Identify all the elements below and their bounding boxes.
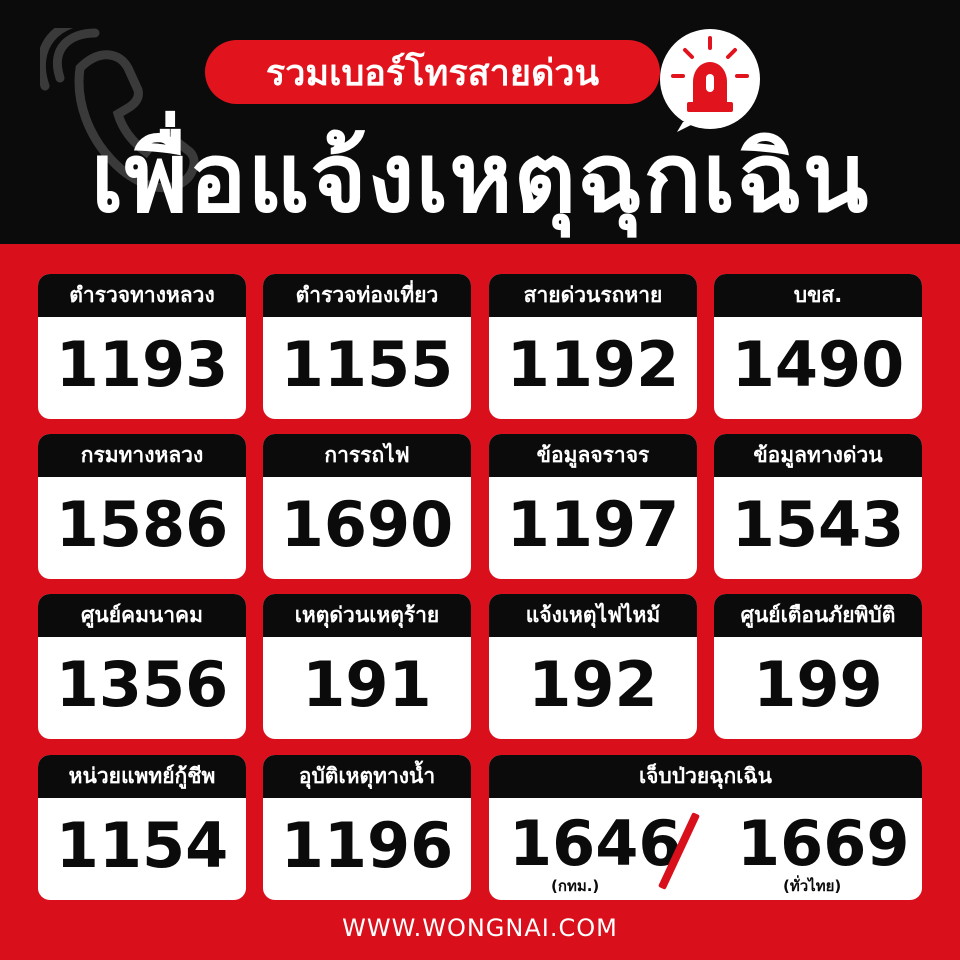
hotline-number: 192	[528, 648, 658, 721]
card-label: สายด่วนรถหาย	[489, 274, 697, 317]
card-label: อุบัติเหตุทางน้ำ	[263, 755, 471, 798]
card-label: ข้อมูลทางด่วน	[714, 434, 922, 477]
poster: รวมเบอร์โทรสายด่วน เพื่อแจ้งเหตุฉุกเฉิน …	[0, 0, 960, 960]
card-numbers: 1646 (กทม.) 1669 (ทั่วไทย)	[489, 798, 922, 898]
card-label: บขส.	[714, 274, 922, 317]
card-label: แจ้งเหตุไฟไหม้	[489, 594, 697, 637]
card-label: เหตุด่วนเหตุร้าย	[263, 594, 471, 637]
card-label: หน่วยแพทย์กู้ชีพ	[38, 755, 246, 798]
hotline-card: ข้อมูลจราจร 1197	[489, 434, 697, 579]
card-label: ตำรวจทางหลวง	[38, 274, 246, 317]
hotline-card: แจ้งเหตุไฟไหม้ 192	[489, 594, 697, 739]
card-label: ตำรวจท่องเที่ยว	[263, 274, 471, 317]
hotline-number: 1193	[55, 328, 229, 401]
hotline-card: กรมทางหลวง 1586	[38, 434, 246, 579]
title-pill: รวมเบอร์โทรสายด่วน	[205, 40, 660, 104]
card-emergency-medical: เจ็บป่วยฉุกเฉิน 1646 (กทม.) 1669 (ทั่วไท…	[489, 755, 922, 900]
headline: เพื่อแจ้งเหตุฉุกเฉิน	[90, 122, 870, 234]
card-label: ศูนย์คมนาคม	[38, 594, 246, 637]
hotline-card: บขส. 1490	[714, 274, 922, 419]
card-label: การรถไฟ	[263, 434, 471, 477]
hotline-card: อุบัติเหตุทางน้ำ 1196	[263, 755, 471, 900]
hotline-number: 1192	[506, 328, 680, 401]
card-label: กรมทางหลวง	[38, 434, 246, 477]
header-band: รวมเบอร์โทรสายด่วน เพื่อแจ้งเหตุฉุกเฉิน	[0, 0, 960, 244]
card-label: ข้อมูลจราจร	[489, 434, 697, 477]
hotline-number: 1490	[731, 328, 905, 401]
hotline-card: ศูนย์คมนาคม 1356	[38, 594, 246, 739]
card-label: เจ็บป่วยฉุกเฉิน	[489, 755, 922, 798]
hotline-number: 1154	[55, 809, 229, 882]
hotline-card: ข้อมูลทางด่วน 1543	[714, 434, 922, 579]
hotline-number: 1196	[280, 809, 454, 882]
hotline-card: ตำรวจท่องเที่ยว 1155	[263, 274, 471, 419]
hotline-number: 1543	[731, 488, 905, 561]
hotline-number: 199	[753, 648, 883, 721]
hotline-number: 1155	[280, 328, 454, 401]
hotline-card: หน่วยแพทย์กู้ชีพ 1154	[38, 755, 246, 900]
hotline-number: 1197	[506, 488, 680, 561]
card-label: ศูนย์เตือนภัยพิบัติ	[714, 594, 922, 637]
hotline-card: ตำรวจทางหลวง 1193	[38, 274, 246, 419]
hotline-number: 1586	[55, 488, 229, 561]
hotline-number: 191	[302, 648, 432, 721]
footer-url: WWW.WONGNAI.COM	[342, 914, 618, 942]
hotline-number: 1356	[55, 648, 229, 721]
note-bangkok: (กทม.)	[551, 877, 600, 895]
hotline-number: 1690	[280, 488, 454, 561]
hotline-card: สายด่วนรถหาย 1192	[489, 274, 697, 419]
note-nationwide: (ทั่วไทย)	[783, 877, 842, 895]
hotline-card: เหตุด่วนเหตุร้าย 191	[263, 594, 471, 739]
hotline-card: การรถไฟ 1690	[263, 434, 471, 579]
hotline-card: ศูนย์เตือนภัยพิบัติ 199	[714, 594, 922, 739]
